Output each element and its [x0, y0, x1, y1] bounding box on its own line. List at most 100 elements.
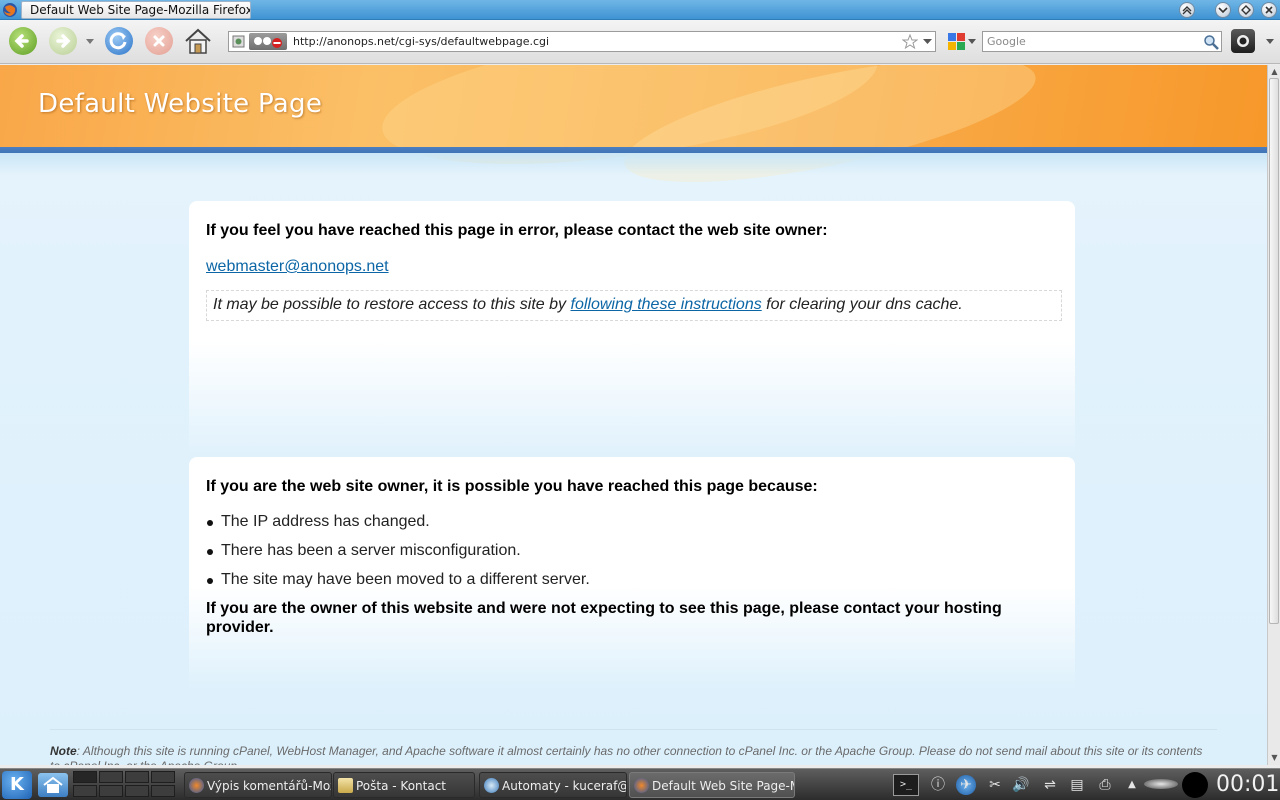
owner-info-heading: If you are the web site owner, it is pos… — [206, 478, 818, 495]
maximize-button[interactable] — [1238, 2, 1254, 18]
navigation-toolbar: http://anonops.net/cgi-sys/defaultwebpag… — [0, 20, 1280, 64]
error-contact-card: If you feel you have reached this page i… — [189, 201, 1075, 456]
footer-note: Note: Although this site is running cPan… — [50, 744, 1210, 765]
hosting-provider-note: If you are the owner of this website and… — [206, 600, 1002, 636]
firefox-icon — [3, 3, 17, 17]
kde-menu-button[interactable]: K — [2, 771, 32, 799]
pager-desktop-4[interactable] — [151, 771, 175, 783]
vertical-scrollbar[interactable]: ▲ ▼ — [1267, 65, 1280, 765]
google-engine-icon[interactable] — [948, 33, 966, 51]
close-icon — [1265, 6, 1273, 14]
forward-button[interactable] — [49, 27, 77, 55]
desktop-pager[interactable] — [73, 771, 177, 799]
pager-desktop-8[interactable] — [151, 785, 175, 797]
camera-addon-button[interactable] — [1231, 29, 1255, 53]
usb-icon[interactable]: ⇌ — [1040, 775, 1060, 795]
weather-cloud-icon — [1144, 779, 1178, 789]
site-identity-button[interactable] — [249, 33, 287, 50]
page-header: Default Website Page — [0, 65, 1267, 208]
volume-icon[interactable]: 🔊 — [1011, 775, 1031, 795]
scroll-down-icon[interactable]: ▼ — [1269, 752, 1280, 763]
header-shadow — [0, 153, 1267, 175]
mail-icon — [338, 778, 353, 793]
close-window-button[interactable] — [1261, 2, 1277, 18]
back-button[interactable] — [9, 27, 37, 55]
page-content: Default Website Page If you feel you hav… — [0, 65, 1267, 765]
owner-info-card: If you are the web site owner, it is pos… — [189, 457, 1075, 692]
pager-desktop-5[interactable] — [73, 785, 97, 797]
toolbar-overflow-icon[interactable] — [1266, 39, 1274, 45]
stop-button[interactable] — [145, 27, 173, 55]
search-input[interactable]: Google — [982, 31, 1222, 52]
task-kontact[interactable]: Pošta - Kontact — [333, 772, 475, 798]
history-dropdown-icon[interactable] — [86, 39, 94, 45]
search-icon[interactable] — [1203, 34, 1219, 50]
show-desktop-button[interactable] — [38, 773, 68, 797]
task-firefox-comments[interactable]: Výpis komentářů-Mozi — [184, 772, 332, 798]
firefox-icon — [634, 778, 649, 793]
footer-note-label: Note — [50, 744, 77, 758]
pager-desktop-7[interactable] — [125, 785, 149, 797]
task-label: Default Web Site Page-M — [652, 779, 795, 793]
pager-desktop-6[interactable] — [99, 785, 123, 797]
task-firefox-default-page[interactable]: Default Web Site Page-M — [629, 772, 795, 798]
dns-cache-note: It may be possible to restore access to … — [206, 290, 1062, 321]
maximize-icon — [1241, 5, 1251, 15]
block-icon — [254, 37, 282, 48]
list-item: The site may have been moved to a differ… — [206, 570, 590, 599]
scrollbar-thumb[interactable] — [1269, 78, 1279, 624]
error-contact-heading: If you feel you have reached this page i… — [206, 222, 828, 239]
engine-dropdown-icon[interactable] — [968, 39, 976, 45]
footer-note-text: : Although this site is running cPanel, … — [50, 744, 1203, 765]
reasons-list: The IP address has changed. There has be… — [206, 512, 590, 599]
scroll-up-icon[interactable]: ▲ — [1269, 66, 1280, 77]
chevron-up-icon — [1182, 6, 1192, 15]
footer-divider — [50, 729, 1217, 730]
clipboard-icon[interactable]: ▤ — [1067, 775, 1087, 795]
address-bar[interactable]: http://anonops.net/cgi-sys/defaultwebpag… — [228, 31, 936, 52]
task-label: Pošta - Kontact — [356, 779, 446, 793]
konqueror-icon — [484, 778, 499, 793]
moon-phase-icon — [1182, 772, 1208, 798]
window-title: Default Web Site Page-Mozilla Firefox — [21, 1, 251, 19]
pager-desktop-3[interactable] — [125, 771, 149, 783]
info-icon[interactable]: ⓘ — [928, 775, 948, 795]
stop-icon — [153, 35, 165, 47]
reload-icon — [109, 32, 127, 50]
forward-arrow-icon — [56, 34, 71, 48]
taskbar: K Výpis komentářů-Mozi Pošta - Kontact A… — [0, 768, 1280, 800]
task-label: Automaty - kuceraf@v — [502, 779, 627, 793]
dns-note-text-after: for clearing your dns cache. — [766, 296, 963, 313]
keep-above-button[interactable] — [1179, 2, 1195, 18]
task-label: Výpis komentářů-Mozi — [207, 779, 332, 793]
list-item: There has been a server misconfiguration… — [206, 541, 590, 570]
url-dropdown-icon[interactable] — [923, 39, 932, 45]
scissors-icon[interactable]: ✂ — [985, 775, 1005, 795]
task-konqueror[interactable]: Automaty - kuceraf@v — [479, 772, 627, 798]
network-manager-icon[interactable]: ✈ — [956, 775, 976, 795]
chevron-down-icon — [1218, 7, 1228, 14]
bookmark-star-icon[interactable] — [902, 34, 918, 50]
window-titlebar: Default Web Site Page-Mozilla Firefox — [0, 0, 1280, 20]
site-favicon-icon — [232, 35, 245, 48]
firefox-icon — [189, 778, 204, 793]
url-text: http://anonops.net/cgi-sys/defaultwebpag… — [293, 35, 550, 48]
printer-icon[interactable]: ⎙ — [1095, 775, 1115, 795]
list-item: The IP address has changed. — [206, 512, 590, 541]
back-arrow-icon — [14, 34, 29, 48]
pager-desktop-1[interactable] — [73, 771, 97, 783]
search-placeholder: Google — [987, 35, 1026, 48]
terminal-icon[interactable]: >_ — [893, 774, 919, 796]
home-icon[interactable] — [183, 26, 213, 56]
camera-icon — [1237, 35, 1249, 47]
instructions-link[interactable]: following these instructions — [571, 296, 762, 313]
webmaster-email-link[interactable]: webmaster@anonops.net — [206, 258, 389, 276]
home-folder-icon — [43, 776, 63, 793]
dns-note-text-before: It may be possible to restore access to … — [213, 296, 567, 313]
tray-expand-icon[interactable]: ▲ — [1122, 775, 1142, 795]
pager-desktop-2[interactable] — [99, 771, 123, 783]
minimize-button[interactable] — [1215, 2, 1231, 18]
reload-button[interactable] — [105, 27, 133, 55]
page-title: Default Website Page — [38, 89, 323, 119]
clock[interactable]: 00:01 — [1216, 771, 1279, 799]
